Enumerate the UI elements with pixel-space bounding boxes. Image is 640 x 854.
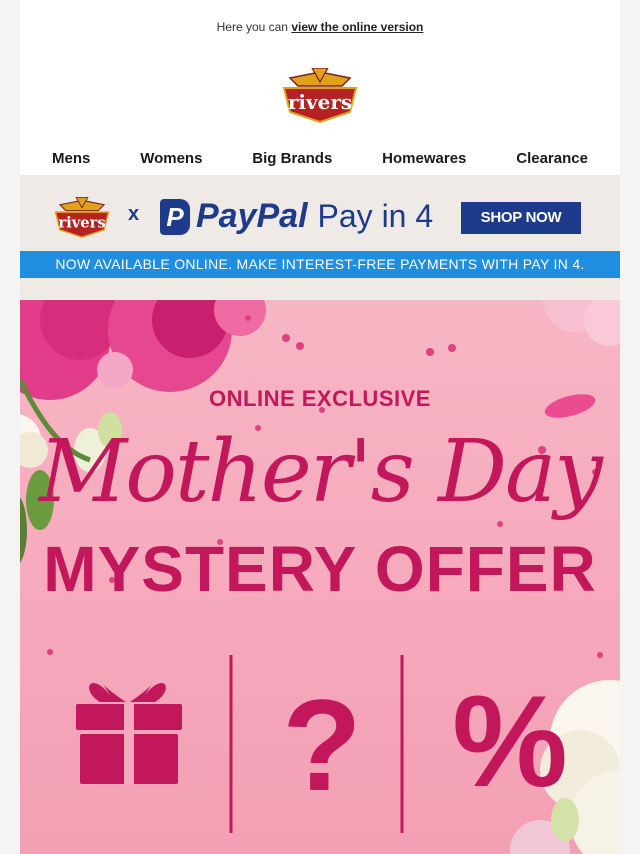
question-mark-icon: ? xyxy=(282,672,362,818)
hero-script-title: Mother's Day xyxy=(39,422,603,522)
rivers-small-logo: rivers xyxy=(54,196,110,239)
paypal-promo-banner[interactable]: rivers x P PayPal Pay in 4 SHOP NOW NOW … xyxy=(20,175,620,300)
paypal-wordmark: PayPal xyxy=(196,197,308,235)
hero-kicker: ONLINE EXCLUSIVE xyxy=(209,386,431,411)
nav-item-homewares[interactable]: Homewares xyxy=(382,150,466,172)
rivers-logo[interactable]: rivers xyxy=(282,67,358,124)
preheader: Here you can view the online version xyxy=(20,20,620,34)
paypal-pay-in-4-logo: P PayPal Pay in 4 xyxy=(160,197,433,236)
logo-text: rivers xyxy=(288,90,352,114)
nav-item-clearance[interactable]: Clearance xyxy=(516,150,588,172)
rivers-logo-emblem: rivers xyxy=(282,67,358,124)
pay-in-4-label: Pay in 4 xyxy=(317,198,434,234)
pay-in-4-announcement: NOW AVAILABLE ONLINE. MAKE INTEREST-FREE… xyxy=(20,251,620,278)
view-online-link[interactable]: view the online version xyxy=(291,20,423,34)
gift-icon xyxy=(76,683,182,784)
collab-x: x xyxy=(128,203,140,225)
paypal-icon: P xyxy=(160,198,190,235)
mothers-day-hero[interactable]: ONLINE EXCLUSIVE Mother's Day MYSTERY OF… xyxy=(20,300,620,854)
nav-item-womens[interactable]: Womens xyxy=(140,150,202,172)
hero-headline: MYSTERY OFFER xyxy=(43,533,597,605)
email-body: Here you can view the online version riv… xyxy=(20,0,620,854)
nav-item-big-brands[interactable]: Big Brands xyxy=(252,150,332,172)
small-logo-text: rivers xyxy=(58,215,105,232)
shop-now-button[interactable]: SHOP NOW xyxy=(461,202,581,234)
rivers-small-logo-emblem: rivers xyxy=(54,196,110,238)
percent-icon: % xyxy=(452,668,568,814)
nav-item-mens[interactable]: Mens xyxy=(52,150,90,172)
preheader-text: Here you can xyxy=(216,20,288,34)
peony-flower-top-left xyxy=(20,300,266,400)
main-nav: Mens Womens Big Brands Homewares Clearan… xyxy=(20,150,620,172)
